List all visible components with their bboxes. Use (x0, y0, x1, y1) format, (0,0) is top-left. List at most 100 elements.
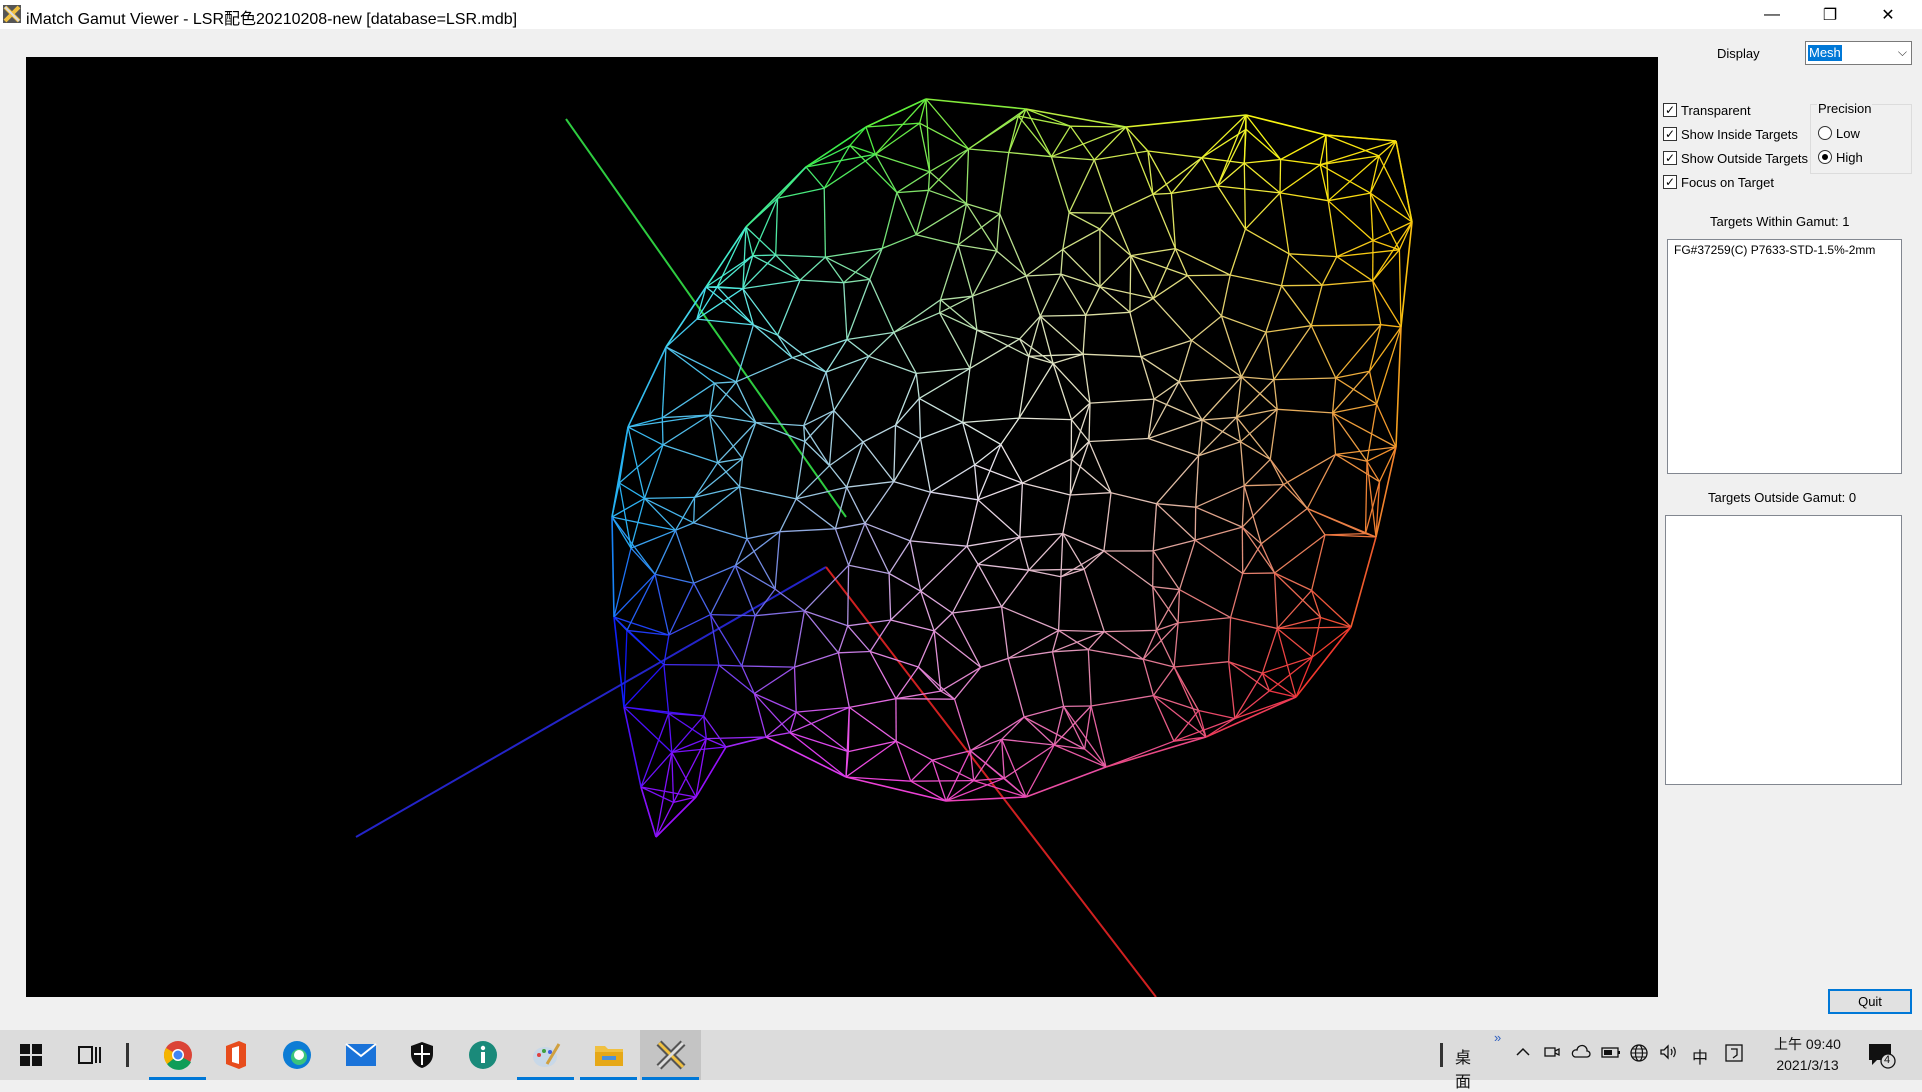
mesh-edge (978, 564, 1002, 606)
quit-button[interactable]: Quit (1828, 989, 1912, 1014)
mesh-edge (641, 714, 669, 788)
mesh-edge (1289, 254, 1337, 257)
mesh-edge (1270, 459, 1307, 508)
meet-now-icon[interactable] (1544, 1044, 1560, 1065)
notification-center-icon[interactable]: 4 (1868, 1043, 1896, 1074)
mesh-edge (645, 498, 676, 530)
info-app-icon[interactable] (452, 1030, 513, 1080)
show-inside-targets-checkbox[interactable]: ✓ Show Inside Targets (1663, 125, 1798, 143)
mesh-edge (1282, 286, 1312, 326)
mesh-edge (742, 666, 755, 694)
onedrive-cloud-icon[interactable] (1571, 1044, 1591, 1065)
outside-targets-list[interactable] (1665, 515, 1902, 785)
mesh-edge (1059, 630, 1105, 631)
mesh-outline-edge (612, 427, 628, 517)
toolbar-chevron[interactable]: » (1494, 1030, 1501, 1045)
inside-targets-list[interactable]: FG#37259(C) P7633-STD-1.5%-2mm (1667, 239, 1902, 474)
file-explorer-icon[interactable] (578, 1030, 639, 1080)
precision-high-radio[interactable]: High (1818, 148, 1863, 166)
mesh-edge (742, 616, 755, 666)
mesh-edge (1001, 444, 1023, 483)
mesh-edge (1270, 409, 1277, 459)
mesh-outline-edge (614, 617, 624, 707)
battery-icon[interactable] (1601, 1044, 1621, 1065)
ime-mode-icon[interactable] (1725, 1044, 1743, 1067)
edge-icon[interactable] (266, 1030, 327, 1080)
mesh-edge (1019, 356, 1029, 418)
mesh-edge (1154, 399, 1202, 420)
mesh-edge (1090, 399, 1154, 403)
mesh-edge (1029, 354, 1083, 356)
mesh-edge (921, 591, 953, 613)
mesh-edge (740, 487, 748, 539)
mesh-edge (952, 564, 978, 613)
mesh-edge (1143, 630, 1156, 659)
mesh-edge (1202, 377, 1241, 420)
security-icon[interactable] (391, 1030, 452, 1080)
desktop-toolbar[interactable]: 桌面 (1455, 1044, 1471, 1092)
focus-on-target-checkbox[interactable]: ✓ Focus on Target (1663, 173, 1774, 191)
mesh-edge (717, 287, 743, 289)
list-item[interactable]: FG#37259(C) P7633-STD-1.5%-2mm (1668, 240, 1901, 260)
transparent-checkbox[interactable]: ✓ Transparent (1663, 101, 1751, 119)
mesh-edge (1064, 706, 1085, 749)
gamut-3d-viewport[interactable] (26, 57, 1658, 997)
close-button[interactable]: ✕ (1858, 0, 1918, 29)
chrome-icon[interactable] (147, 1030, 208, 1080)
mesh-edge (1281, 160, 1321, 165)
mesh-edge (1381, 325, 1401, 327)
mesh-edge (911, 781, 974, 782)
paint-icon[interactable] (515, 1030, 576, 1080)
gamut-mesh-render (26, 57, 1658, 997)
mesh-edge (800, 257, 825, 280)
mesh-edge (1241, 442, 1245, 486)
chevron-down-icon: ⌵ (1898, 45, 1907, 60)
system-clock[interactable]: 上午 09:40 2021/3/13 (1765, 1034, 1850, 1076)
notification-count: 4 (1884, 1054, 1890, 1066)
minimize-button[interactable]: — (1742, 0, 1802, 29)
display-mode-select[interactable]: Mesh ⌵ (1805, 41, 1912, 65)
volume-icon[interactable] (1659, 1044, 1679, 1065)
radio-selected-icon (1818, 150, 1832, 164)
mesh-edge (978, 500, 1020, 538)
mesh-edge (1274, 378, 1336, 380)
mesh-edge (1000, 153, 1009, 214)
mesh-edge (894, 425, 896, 481)
mesh-edge (940, 313, 977, 330)
mesh-edge (711, 566, 736, 615)
mesh-edge (970, 751, 1004, 779)
mesh-edge (1143, 659, 1174, 667)
ime-indicator[interactable]: 中 (1692, 1044, 1708, 1068)
mesh-edge (1063, 213, 1069, 250)
mesh-edge (1104, 630, 1156, 631)
mesh-edge (1088, 650, 1143, 660)
mesh-outline-edge (641, 787, 656, 837)
start-icon[interactable] (0, 1030, 61, 1080)
mesh-edge (1336, 447, 1397, 454)
mesh-edge (740, 459, 743, 487)
mesh-edge (916, 235, 958, 245)
mesh-edge (1029, 356, 1053, 363)
network-globe-icon[interactable] (1630, 1044, 1648, 1067)
mail-icon[interactable] (330, 1030, 391, 1080)
mesh-edge (1311, 326, 1335, 378)
mesh-edge (742, 666, 795, 667)
restore-button[interactable]: ❐ (1800, 0, 1860, 29)
task-view-icon[interactable] (59, 1030, 120, 1080)
mesh-edge (1235, 673, 1263, 718)
mesh-edge (1086, 287, 1100, 316)
mesh-edge (1245, 229, 1289, 254)
precision-low-radio[interactable]: Low (1818, 124, 1860, 142)
mesh-edge (1019, 418, 1071, 420)
show-hidden-icons-icon[interactable] (1515, 1044, 1531, 1065)
mesh-edge (1333, 413, 1396, 447)
mesh-edge (1243, 573, 1275, 574)
imatch-icon[interactable] (640, 1030, 701, 1080)
office-icon[interactable] (205, 1030, 266, 1080)
mesh-edge (1100, 213, 1113, 229)
mesh-edge (1000, 214, 1026, 276)
mesh-edge (929, 190, 967, 204)
mesh-edge (824, 188, 825, 257)
mesh-edge (1088, 650, 1091, 706)
show-outside-targets-checkbox[interactable]: ✓ Show Outside Targets (1663, 149, 1808, 167)
